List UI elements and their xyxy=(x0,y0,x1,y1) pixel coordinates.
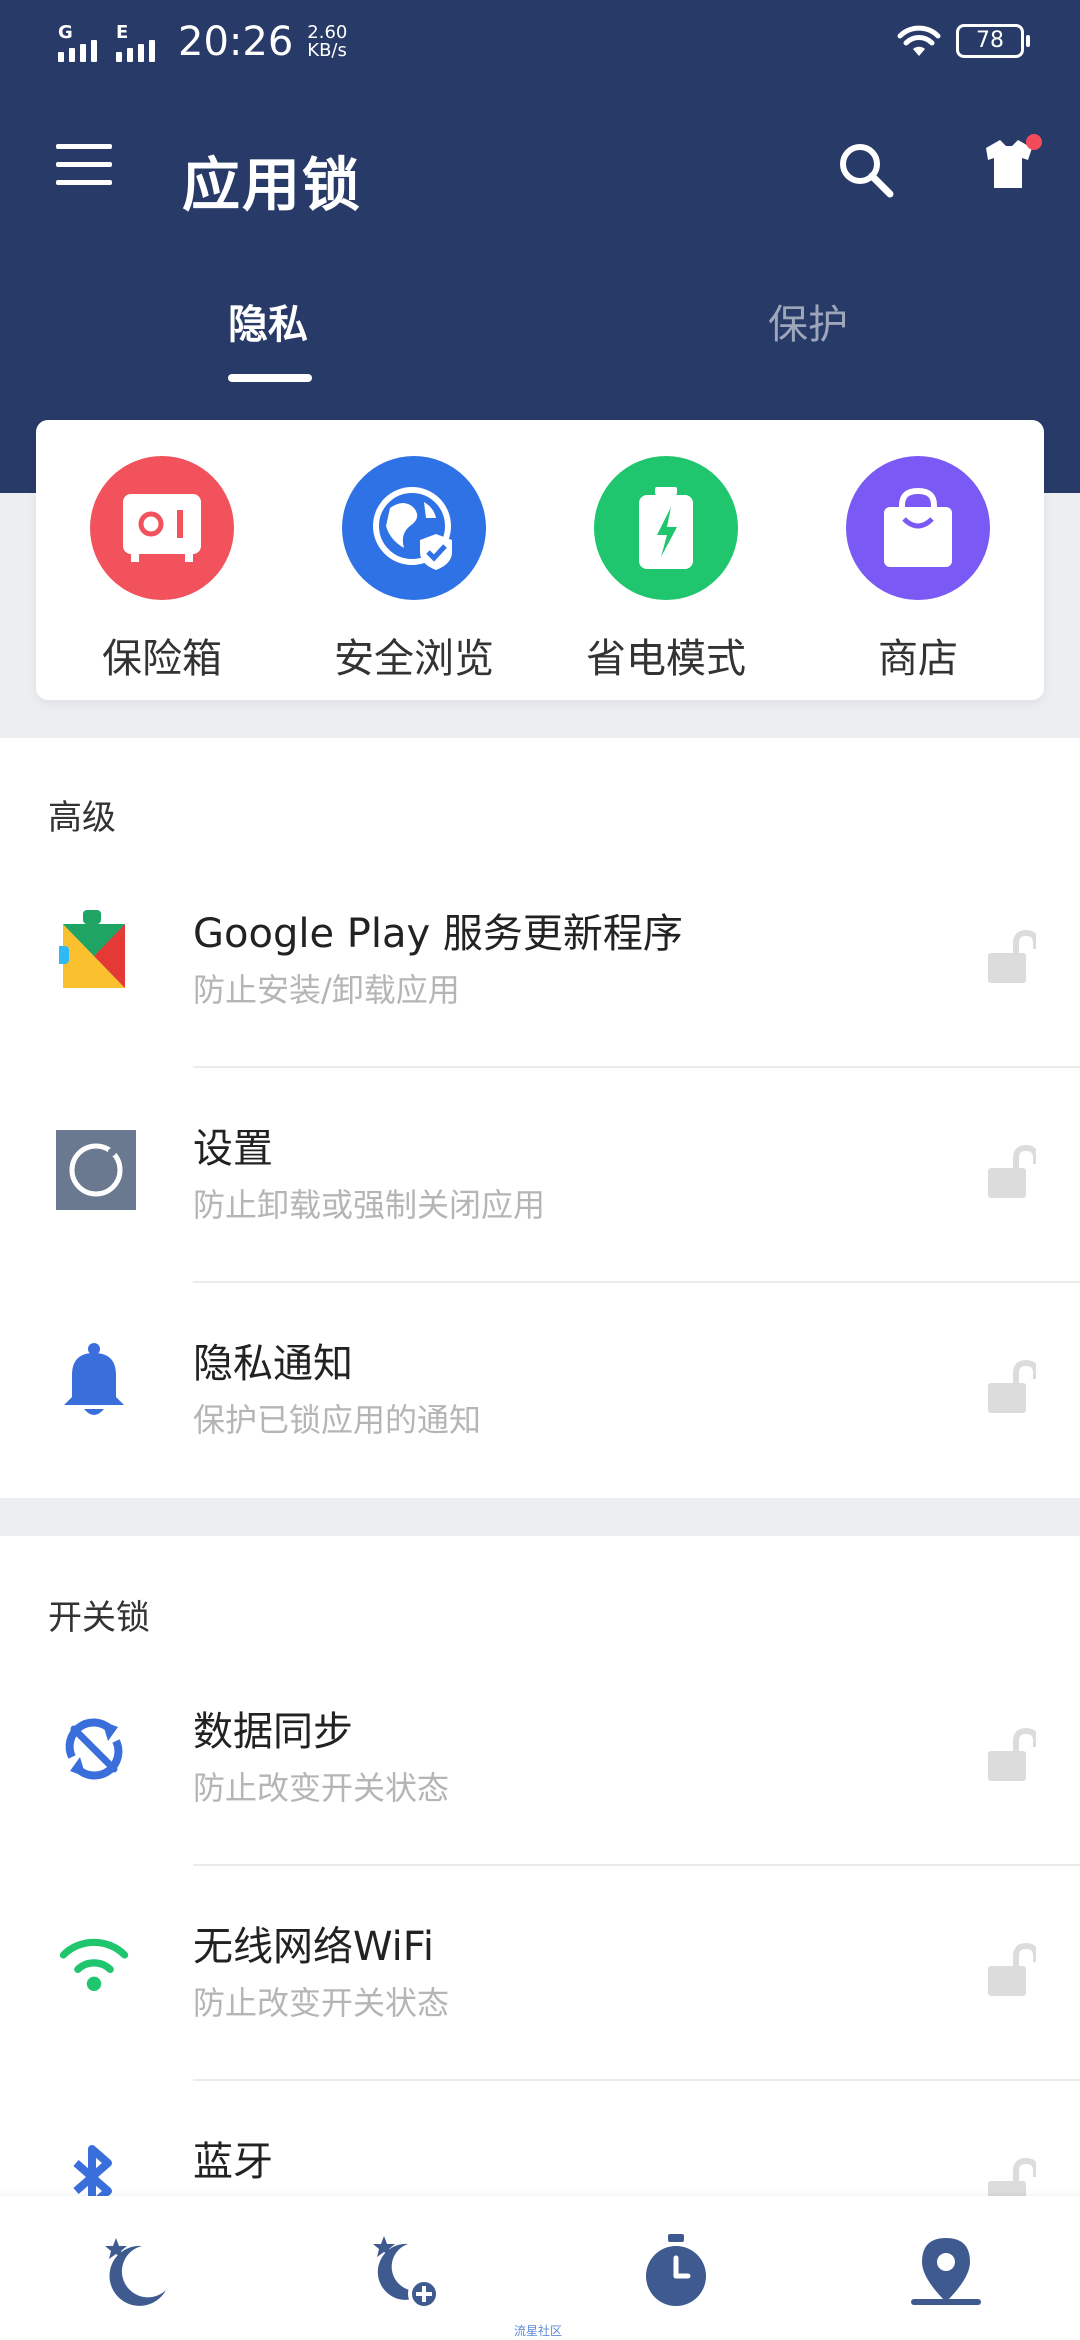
sync-icon xyxy=(58,1713,130,1785)
status-bar: G E 20:26 2.60 KB/s 78 xyxy=(0,0,1080,90)
shortcut-card: 保险箱 安全浏览 省电模式 商店 xyxy=(36,420,1044,700)
list-item-settings[interactable]: 设置 防止卸载或强制关闭应用 xyxy=(0,1068,1080,1283)
wifi-status-icon xyxy=(897,25,941,56)
shortcut-label: 保险箱 xyxy=(102,636,222,682)
section-title: 高级 xyxy=(48,798,116,838)
advanced-section: 高级 Google Play 服务更新程序 防止安装/卸载应用 设置 防止卸载或… xyxy=(0,738,1080,1498)
moon-add-icon xyxy=(373,2236,440,2310)
shortcut-safe[interactable]: 保险箱 xyxy=(36,456,288,684)
status-left: G E 20:26 2.60 KB/s xyxy=(58,22,347,62)
unlock-icon[interactable] xyxy=(986,929,1036,985)
watermark: 流星社区 xyxy=(514,2324,563,2338)
item-title: Google Play 服务更新程序 xyxy=(193,911,683,957)
item-title: 隐私通知 xyxy=(193,1341,353,1387)
item-subtitle: 防止改变开关状态 xyxy=(193,1984,450,2022)
app-bar: 应用锁 xyxy=(0,110,1080,230)
shopping-bag-icon xyxy=(846,456,990,600)
app-lock-screen: G E 20:26 2.60 KB/s 78 应用锁 隐私 保护 保险箱 安全浏… xyxy=(0,0,1080,2340)
battery-indicator: 78 xyxy=(956,24,1030,58)
shortcut-label: 省电模式 xyxy=(586,636,746,682)
item-subtitle: 防止改变开关状态 xyxy=(193,1769,450,1807)
unlock-icon[interactable] xyxy=(986,1727,1036,1783)
list-item-wifi[interactable]: 无线网络WiFi 防止改变开关状态 xyxy=(0,1866,1080,2081)
speed-unit: KB/s xyxy=(307,40,347,61)
item-title: 蓝牙 xyxy=(193,2139,273,2185)
network-speed: 2.60 KB/s xyxy=(307,24,347,60)
shortcut-label: 安全浏览 xyxy=(334,636,494,682)
tab-privacy[interactable]: 隐私 xyxy=(228,292,308,350)
search-button[interactable] xyxy=(834,138,898,202)
menu-button[interactable] xyxy=(56,144,112,192)
item-title: 无线网络WiFi xyxy=(193,1924,434,1970)
nav-timer[interactable] xyxy=(636,2232,716,2312)
wifi-icon xyxy=(58,1928,130,2000)
item-subtitle: 防止卸载或强制关闭应用 xyxy=(193,1186,546,1224)
shortcut-secure-browser[interactable]: 安全浏览 xyxy=(288,456,540,684)
item-subtitle: 保护已锁应用的通知 xyxy=(193,1401,482,1439)
tab-indicator xyxy=(228,374,312,382)
moon-star-icon xyxy=(105,2238,166,2306)
google-play-icon xyxy=(58,910,130,988)
search-icon xyxy=(840,144,894,198)
tab-protect[interactable]: 保护 xyxy=(768,292,848,350)
shortcut-store[interactable]: 商店 xyxy=(792,456,1044,684)
status-right: 78 xyxy=(896,24,1030,58)
page-title: 应用锁 xyxy=(182,151,363,219)
nav-night-mode[interactable] xyxy=(96,2232,176,2312)
theme-button[interactable] xyxy=(978,134,1042,198)
settings-icon xyxy=(56,1130,136,1210)
list-item-google-play[interactable]: Google Play 服务更新程序 防止安装/卸载应用 xyxy=(0,853,1080,1068)
tab-bar: 隐私 保护 xyxy=(0,270,1080,390)
list-item-privacy-notification[interactable]: 隐私通知 保护已锁应用的通知 xyxy=(0,1283,1080,1498)
notification-dot xyxy=(1026,134,1042,150)
bottom-navigation: 流星社区 xyxy=(0,2196,1080,2340)
battery-saver-icon xyxy=(594,456,738,600)
nav-location[interactable] xyxy=(906,2232,986,2312)
shortcut-label: 商店 xyxy=(878,636,958,682)
list-item-data-sync[interactable]: 数据同步 防止改变开关状态 xyxy=(0,1651,1080,1866)
safe-icon xyxy=(90,456,234,600)
section-title: 开关锁 xyxy=(48,1598,150,1638)
unlock-icon[interactable] xyxy=(986,1359,1036,1415)
signal-2-icon: E xyxy=(116,22,160,62)
location-icon xyxy=(911,2238,981,2305)
switch-lock-section: 开关锁 数据同步 防止改变开关状态 无线网络WiFi 防止改变开关状态 蓝牙 xyxy=(0,1536,1080,2211)
nav-add-schedule[interactable] xyxy=(364,2232,444,2312)
bell-icon xyxy=(58,1343,130,1417)
network-type-2: E xyxy=(116,22,129,43)
item-title: 数据同步 xyxy=(193,1709,353,1755)
secure-browser-icon xyxy=(342,456,486,600)
status-time: 20:26 xyxy=(178,19,294,65)
signal-1-icon: G xyxy=(58,22,102,62)
item-title: 设置 xyxy=(193,1126,273,1172)
network-type-1: G xyxy=(58,22,73,43)
timer-icon xyxy=(646,2234,706,2306)
unlock-icon[interactable] xyxy=(986,1942,1036,1998)
item-subtitle: 防止安装/卸载应用 xyxy=(193,971,460,1009)
shortcut-battery-saver[interactable]: 省电模式 xyxy=(540,456,792,684)
unlock-icon[interactable] xyxy=(986,1144,1036,1200)
